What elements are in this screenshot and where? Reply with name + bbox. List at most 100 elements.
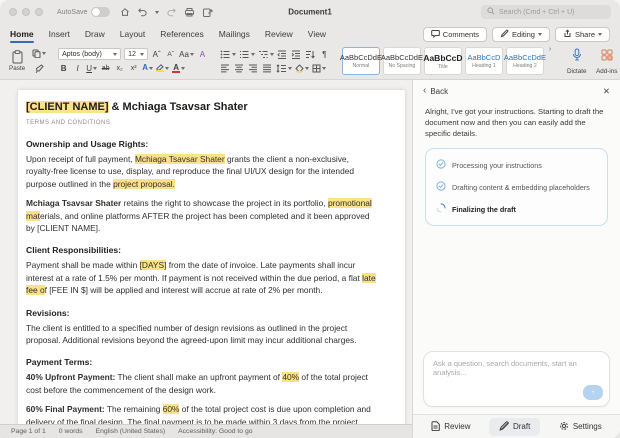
share-export-icon[interactable] — [202, 7, 213, 18]
text-run: [CLIENT NAME] — [26, 101, 109, 113]
minimize-window-button[interactable] — [22, 8, 30, 16]
comments-button[interactable]: Comments — [423, 27, 487, 42]
tab-draw[interactable]: Draw — [85, 24, 105, 44]
align-right-icon[interactable] — [248, 62, 259, 75]
status-item[interactable]: Page 1 of 1 — [11, 428, 46, 435]
strikethrough-button[interactable]: ab — [100, 62, 111, 75]
font-size-select[interactable]: 12 — [124, 48, 148, 60]
tab-layout[interactable]: Layout — [120, 24, 146, 44]
undo-chevron-down-icon[interactable] — [155, 11, 159, 14]
document-body: Ownership and Usage Rights:Upon receipt … — [26, 139, 378, 438]
print-icon[interactable] — [184, 7, 195, 17]
chevron-left-icon: ‹ — [423, 86, 426, 96]
autosave-control[interactable]: AutoSave — [57, 7, 110, 17]
draft-pen-icon — [499, 421, 509, 433]
footer-tab-settings[interactable]: Settings — [549, 418, 612, 436]
sort-icon[interactable] — [305, 48, 316, 61]
italic-button[interactable]: I — [72, 62, 83, 75]
shrink-font-button[interactable]: Aˇ — [165, 48, 176, 61]
text-run: [DAYS] — [140, 260, 167, 270]
style-heading-2[interactable]: AaBbCcDdEHeading 2 — [506, 47, 544, 75]
increase-indent-icon[interactable] — [291, 48, 302, 61]
close-window-button[interactable] — [9, 8, 17, 16]
redo-icon[interactable] — [166, 7, 177, 17]
tab-view[interactable]: View — [308, 24, 326, 44]
spinner-icon — [436, 203, 446, 215]
back-button[interactable]: ‹ Back — [423, 86, 448, 96]
style-title[interactable]: AaBbCcDTitle — [424, 47, 462, 75]
editing-mode-button[interactable]: Editing — [492, 27, 550, 42]
style-preview: AaBbCcDdE — [504, 53, 546, 62]
borders-icon[interactable] — [312, 62, 326, 75]
style-heading-1[interactable]: AaBbCcDHeading 1 — [465, 47, 503, 75]
assistant-message: Alright, I've got your instructions. Sta… — [413, 102, 620, 141]
align-center-icon[interactable] — [234, 62, 245, 75]
autosave-toggle[interactable] — [91, 7, 110, 17]
check-circle-icon — [436, 159, 446, 171]
tab-review[interactable]: Review — [265, 24, 293, 44]
undo-icon[interactable] — [137, 7, 148, 17]
step-label: Processing your instructions — [452, 161, 542, 170]
document-heading: [CLIENT NAME] & Mchiaga Tsavsar Shater — [26, 101, 378, 113]
highlight-color-button[interactable] — [156, 62, 169, 75]
format-painter-icon[interactable] — [32, 62, 46, 75]
style-name: Heading 1 — [472, 63, 496, 69]
send-button[interactable]: ↑ — [583, 385, 603, 400]
clear-formatting-button[interactable]: A — [197, 48, 208, 61]
bold-button[interactable]: B — [58, 62, 69, 75]
document-viewport[interactable]: [CLIENT NAME] & Mchiaga Tsavsar Shater T… — [0, 80, 412, 438]
subscript-button[interactable]: x₂ — [114, 62, 125, 75]
bullet-list-icon[interactable] — [220, 48, 236, 61]
tab-insert[interactable]: Insert — [49, 24, 70, 44]
style-no-spacing[interactable]: AaBbCcDdENo Spacing — [383, 47, 421, 75]
paste-button[interactable]: Paste — [6, 50, 28, 72]
grow-font-button[interactable]: Aˆ — [151, 48, 162, 61]
add-ins-button[interactable]: Add-ins — [593, 48, 620, 75]
tab-references[interactable]: References — [160, 24, 203, 44]
tab-mailings[interactable]: Mailings — [219, 24, 250, 44]
document-page[interactable]: [CLIENT NAME] & Mchiaga Tsavsar Shater T… — [18, 90, 405, 438]
pilcrow-icon[interactable]: ¶ — [319, 48, 330, 61]
shading-icon[interactable] — [295, 62, 309, 75]
text-run: project proposal. — [113, 179, 175, 189]
footer-tab-draft[interactable]: Draft — [489, 418, 540, 436]
close-icon[interactable]: ✕ — [603, 86, 610, 97]
share-label: Share — [575, 30, 595, 39]
underline-button[interactable]: U — [86, 62, 97, 75]
zoom-window-button[interactable] — [35, 8, 43, 16]
numbered-list-icon[interactable] — [239, 48, 255, 61]
status-item[interactable]: English (United States) — [96, 428, 166, 435]
footer-tab-review[interactable]: Review — [421, 418, 480, 436]
text-effects-button[interactable]: A — [142, 62, 153, 75]
chat-input[interactable] — [424, 352, 609, 388]
decrease-indent-icon[interactable] — [277, 48, 288, 61]
paragraph: 40% Upfront Payment: The client shall ma… — [26, 371, 378, 396]
change-case-button[interactable]: Aa — [179, 48, 194, 61]
style-normal[interactable]: AaBbCcDdENormal — [342, 47, 380, 75]
superscript-button[interactable]: x² — [128, 62, 139, 75]
home-icon[interactable] — [120, 7, 130, 17]
copy-icon[interactable] — [32, 47, 46, 60]
search-placeholder: Search (Cmd + Ctrl + U) — [499, 9, 574, 16]
ribbon-tabs: Home Insert Draw Layout References Mailings Re… — [10, 24, 326, 44]
text-run: The remaining — [105, 404, 163, 414]
justify-icon[interactable] — [262, 62, 273, 75]
dictate-label: Dictate — [567, 68, 587, 75]
align-left-icon[interactable] — [220, 62, 231, 75]
share-button[interactable]: Share — [555, 27, 610, 42]
status-item[interactable]: Accessibility: Good to go — [178, 428, 252, 435]
tab-home[interactable]: Home — [10, 24, 34, 44]
font-color-button[interactable]: A — [172, 62, 185, 75]
line-spacing-icon[interactable] — [276, 62, 292, 75]
status-item[interactable]: 0 words — [59, 428, 83, 435]
paragraph: Upon receipt of full payment, Mchiaga Ts… — [26, 153, 378, 190]
share-icon — [563, 29, 572, 40]
multilevel-list-icon[interactable] — [258, 48, 274, 61]
search-input[interactable]: Search (Cmd + Ctrl + U) — [481, 5, 611, 19]
font-name-select[interactable]: Aptos (body) — [58, 48, 121, 60]
dictate-button[interactable]: Dictate — [563, 48, 590, 75]
clipboard-icon — [11, 50, 24, 64]
gallery-more-chevron-icon[interactable]: › — [549, 46, 551, 76]
text-run: The client shall make an upfront payment… — [115, 372, 282, 382]
chat-input-container[interactable]: ↑ — [423, 351, 610, 407]
